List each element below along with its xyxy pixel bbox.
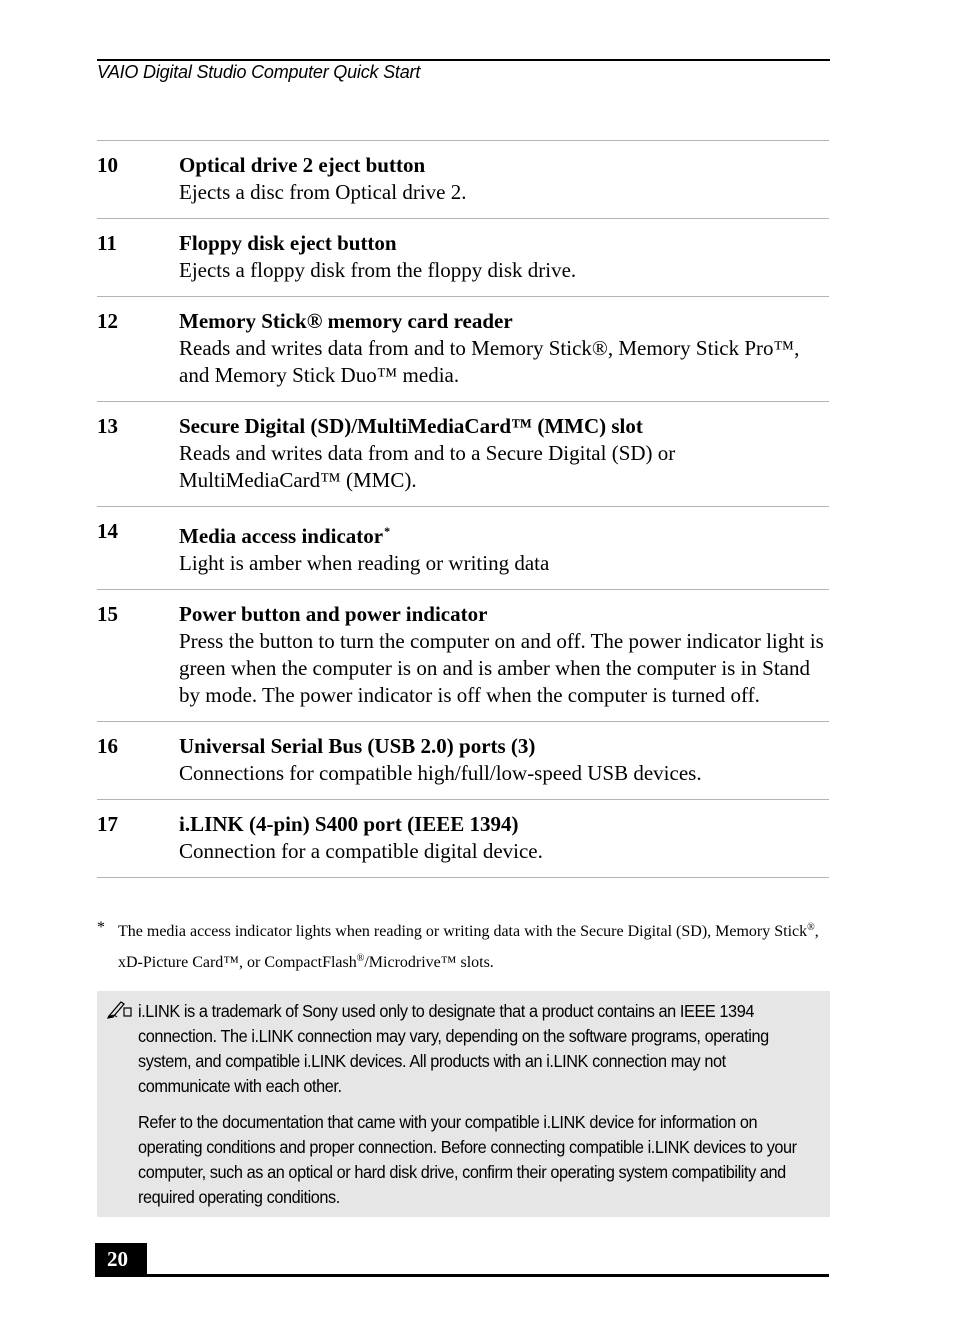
footnote: * The media access indicator lights when… <box>97 914 829 976</box>
footnote-mark: * <box>97 919 105 936</box>
item-title: Optical drive 2 eject button <box>179 153 426 177</box>
list-item: 16 Universal Serial Bus (USB 2.0) ports … <box>97 721 829 799</box>
item-title: Floppy disk eject button <box>179 231 397 255</box>
list-item: 11 Floppy disk eject button Ejects a flo… <box>97 218 829 296</box>
page-number: 20 <box>95 1243 147 1276</box>
item-number: 15 <box>97 602 118 626</box>
item-description: Connection for a compatible digital devi… <box>179 839 543 863</box>
pencil-note-icon <box>107 1001 132 1019</box>
item-title: Media access indicator <box>179 524 384 548</box>
footnote-text: The media access indicator lights when r… <box>118 914 829 976</box>
item-number: 12 <box>97 309 118 333</box>
item-description: Ejects a disc from Optical drive 2. <box>179 180 467 204</box>
list-item: 15 Power button and power indicator Pres… <box>97 589 829 721</box>
list-item: 10 Optical drive 2 eject button Ejects a… <box>97 140 829 218</box>
registered-mark: ® <box>807 922 815 933</box>
footnote-reference[interactable]: * <box>384 524 390 538</box>
list-item: 13 Secure Digital (SD)/MultiMediaCard™ (… <box>97 401 829 506</box>
note-paragraph: i.LINK is a trademark of Sony used only … <box>138 1001 769 1096</box>
list-item: 12 Memory Stick® memory card reader Read… <box>97 296 829 401</box>
item-description: Connections for compatible high/full/low… <box>179 761 702 785</box>
note-paragraph: Refer to the documentation that came wit… <box>138 1112 797 1207</box>
footnote-text-part: The media access indicator lights when r… <box>118 923 808 940</box>
item-description: Reads and writes data from and to a Secu… <box>179 441 676 492</box>
item-number: 14 <box>97 519 118 543</box>
item-number: 17 <box>97 812 118 836</box>
item-title: Secure Digital (SD)/MultiMediaCard™ (MMC… <box>179 414 643 438</box>
item-number: 10 <box>97 153 118 177</box>
note-box: i.LINK is a trademark of Sony used only … <box>97 991 830 1217</box>
component-list: 10 Optical drive 2 eject button Ejects a… <box>97 140 829 878</box>
item-title: Universal Serial Bus (USB 2.0) ports (3) <box>179 734 536 758</box>
footnote-text-part: /Microdrive™ slots. <box>364 954 494 971</box>
list-item: 14 Media access indicator* Light is ambe… <box>97 506 829 589</box>
list-item: 17 i.LINK (4-pin) S400 port (IEEE 1394) … <box>97 799 829 878</box>
item-description: Press the button to turn the computer on… <box>179 629 824 707</box>
item-number: 13 <box>97 414 118 438</box>
footer-rule <box>95 1274 829 1277</box>
item-number: 11 <box>97 231 117 255</box>
item-title: Power button and power indicator <box>179 602 488 626</box>
item-description: Ejects a floppy disk from the floppy dis… <box>179 258 577 282</box>
item-title: i.LINK (4-pin) S400 port (IEEE 1394) <box>179 812 519 836</box>
item-description: Light is amber when reading or writing d… <box>179 551 550 575</box>
header-rule <box>97 59 830 61</box>
item-title: Memory Stick® memory card reader <box>179 309 513 333</box>
running-header: VAIO Digital Studio Computer Quick Start <box>97 62 421 82</box>
item-number: 16 <box>97 734 118 758</box>
item-description: Reads and writes data from and to Memory… <box>179 336 800 387</box>
